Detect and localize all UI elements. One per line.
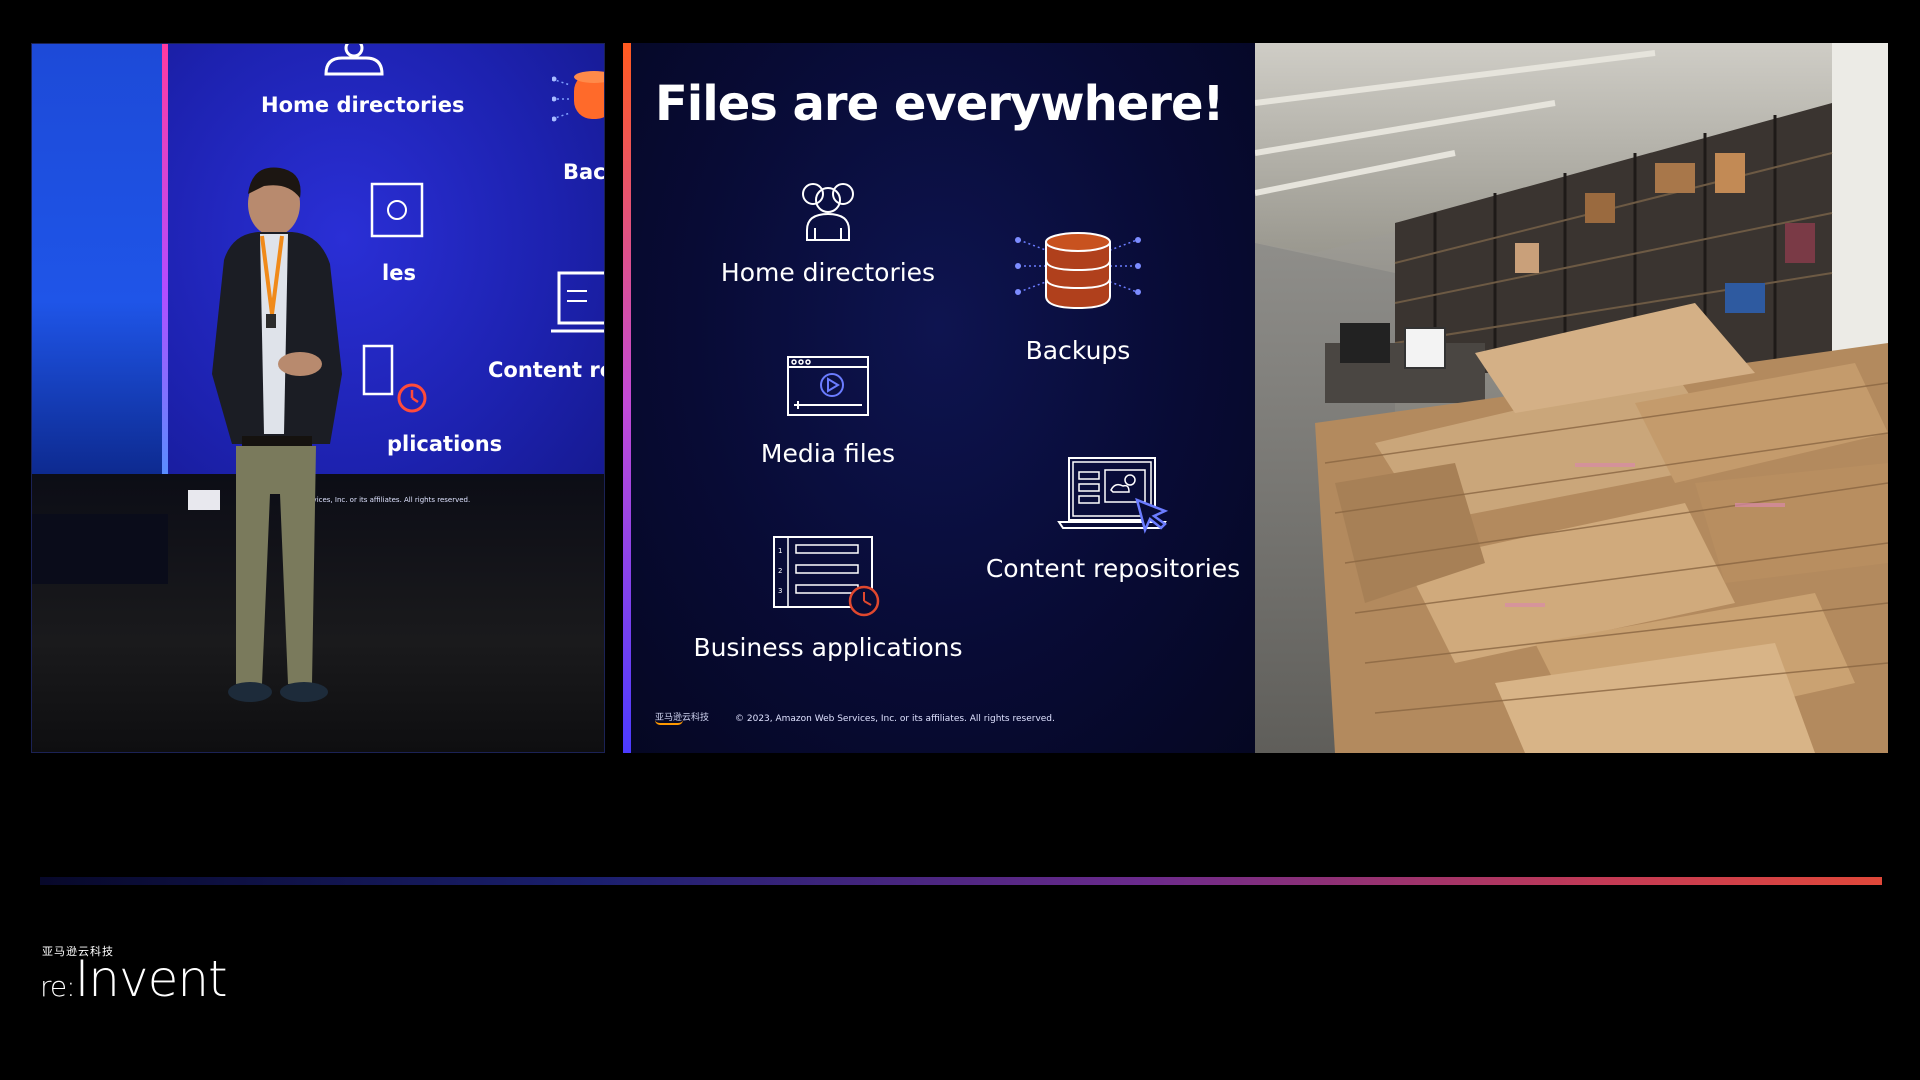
reinvent-logo: re:Invent — [40, 950, 228, 1008]
svg-text:1: 1 — [778, 547, 782, 555]
item-backups-label: Backups — [1025, 336, 1131, 365]
logo-invent: Invent — [74, 950, 228, 1008]
stage-light-stripe — [162, 44, 168, 529]
list-clock-icon: 1 2 3 — [773, 536, 880, 617]
svg-text:2: 2 — [778, 567, 782, 575]
slide-title: Files are everywhere! — [655, 76, 1224, 132]
laptop-cursor-icon — [1057, 457, 1169, 534]
slide-accent-edge — [623, 43, 631, 753]
database-icon — [552, 71, 604, 122]
slide-footer-logo-text: 亚马逊云科技 — [655, 713, 710, 723]
item-business-label: Business applications — [693, 633, 963, 662]
file-archive-image — [1255, 43, 1888, 753]
item-content-repositories: Content repositories — [978, 456, 1248, 583]
item-business-applications: 1 2 3 Business applications — [678, 535, 978, 662]
item-content-label: Content repositories — [985, 554, 1241, 583]
users-icon — [324, 44, 384, 76]
item-media-files: Media files — [698, 355, 958, 468]
presentation-slide: Files are everywhere! Home directories B… — [623, 43, 1255, 753]
database-icon — [1015, 232, 1141, 310]
screen-label-home: Home directories — [261, 93, 465, 117]
media-player-icon — [787, 356, 869, 416]
svg-text:3: 3 — [778, 587, 782, 595]
screen-label-apps: plications — [387, 432, 503, 456]
slide-footer-logo: 亚马逊云科技 — [655, 710, 709, 725]
archive-photo — [1255, 43, 1888, 753]
logo-re: re: — [40, 970, 76, 1003]
item-home-label: Home directories — [720, 258, 936, 287]
speaker-figure — [212, 167, 342, 702]
screen-label-content: Content re — [488, 358, 605, 382]
item-backups: Backups — [963, 228, 1193, 365]
slide-copyright: © 2023, Amazon Web Services, Inc. or its… — [735, 714, 1055, 724]
screen-label-backups: Bacl — [563, 160, 605, 184]
item-media-label: Media files — [760, 439, 896, 468]
item-home-directories: Home directories — [698, 178, 958, 287]
laptop-icon — [551, 271, 604, 333]
stage-wall — [32, 44, 162, 474]
speaker-camera-feed: Home directories Bacl les Content re pli… — [31, 43, 605, 753]
users-icon — [802, 183, 854, 241]
brand-gradient-bar — [40, 877, 1882, 885]
